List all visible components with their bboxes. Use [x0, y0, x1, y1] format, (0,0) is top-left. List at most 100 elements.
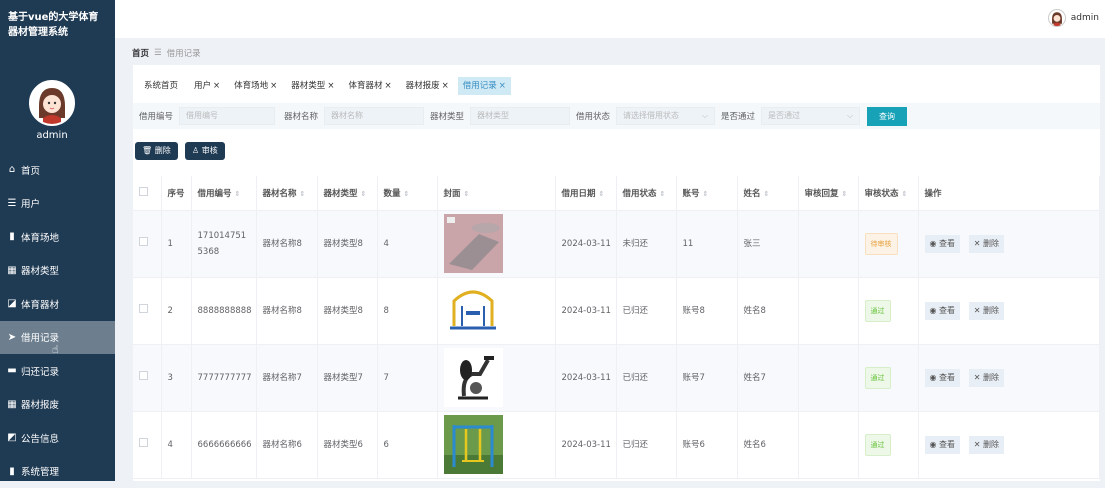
delete-row-button[interactable]: ✕ 删除 — [969, 235, 1004, 253]
sidebar-item-venues[interactable]: ▮体育场地 — [0, 220, 115, 254]
close-icon[interactable]: × — [213, 81, 220, 91]
col-code[interactable]: 借用编号⇕ — [191, 176, 256, 210]
row-checkbox[interactable] — [139, 438, 148, 447]
tab-equipment-types[interactable]: 器材类型× — [286, 77, 339, 95]
tab-venues[interactable]: 体育场地× — [229, 77, 282, 95]
col-cover[interactable]: 封面⇕ — [437, 176, 555, 210]
sort-icon[interactable]: ⇕ — [404, 190, 410, 198]
tab-users[interactable]: 用户× — [189, 77, 225, 95]
col-status[interactable]: 借用状态⇕ — [616, 176, 676, 210]
row-checkbox[interactable] — [139, 371, 148, 380]
col-name[interactable]: 器材名称⇕ — [256, 176, 317, 210]
sort-icon[interactable]: ⇕ — [764, 190, 770, 198]
chevron-down-icon: ⌵ — [702, 108, 708, 124]
cover-image-outdoor-equipment[interactable] — [444, 415, 503, 474]
sidebar-item-equipment[interactable]: ◪体育器材 — [0, 287, 115, 321]
hand-cursor-icon: ☝ — [52, 343, 59, 356]
sort-icon[interactable]: ⇕ — [660, 190, 666, 198]
sidebar-item-return-records[interactable]: ▬归还记录 — [0, 354, 115, 388]
sidebar-item-notices[interactable]: ◩公告信息 — [0, 421, 115, 455]
sort-icon[interactable]: ⇕ — [235, 190, 241, 198]
close-icon[interactable]: × — [442, 81, 449, 91]
sort-icon[interactable]: ⇕ — [361, 190, 367, 198]
home-icon: ⌂ — [6, 164, 18, 176]
close-icon[interactable]: × — [499, 81, 506, 91]
view-button[interactable]: ◉ 查看 — [925, 302, 961, 320]
delete-button[interactable]: 🗑 删除 — [135, 142, 178, 160]
tab-scrap[interactable]: 器材报废× — [401, 77, 454, 95]
col-type[interactable]: 器材类型⇕ — [317, 176, 377, 210]
approval-select[interactable]: 是否通过⌵ — [761, 107, 860, 125]
view-button[interactable]: ◉ 查看 — [925, 369, 961, 387]
tab-equipment[interactable]: 体育器材× — [343, 77, 396, 95]
sidebar-item-label: 器材类型 — [21, 263, 59, 277]
chart-icon: ◪ — [6, 298, 18, 310]
cell-qty: 7 — [377, 344, 437, 411]
sort-icon[interactable]: ⇕ — [842, 190, 848, 198]
tab-dashboard[interactable]: 系统首页 — [139, 77, 185, 95]
cell-reply — [798, 344, 858, 411]
col-date[interactable]: 借用日期⇕ — [555, 176, 616, 210]
delete-row-button[interactable]: ✕ 删除 — [969, 302, 1004, 320]
sort-icon[interactable]: ⇕ — [599, 190, 605, 198]
view-button[interactable]: ◉ 查看 — [925, 235, 961, 253]
sidebar-item-home[interactable]: ⌂首页 — [0, 153, 115, 187]
select-all-checkbox[interactable] — [139, 187, 148, 196]
cell-no: 3 — [161, 344, 191, 411]
view-button[interactable]: ◉ 查看 — [925, 436, 961, 454]
sidebar-item-system[interactable]: ▮系统管理 — [0, 455, 115, 488]
sidebar-item-scrap[interactable]: ▦器材报废 — [0, 388, 115, 422]
cell-person: 姓名6 — [737, 411, 798, 478]
eye-icon: ◉ — [930, 440, 940, 449]
user-icon: ♙ — [192, 146, 202, 155]
close-icon: ✕ — [974, 306, 983, 315]
close-icon: ✕ — [974, 440, 983, 449]
filter-label: 借用状态 — [576, 110, 610, 122]
cover-image-exercise-bike[interactable] — [444, 348, 503, 407]
close-icon[interactable]: × — [384, 81, 391, 91]
query-button[interactable]: 查询 — [867, 107, 907, 126]
borrow-status-select[interactable]: 请选择借用状态⌵ — [616, 107, 715, 125]
cover-image-yoga-mat[interactable] — [444, 214, 503, 273]
close-icon[interactable]: × — [270, 81, 277, 91]
equipment-type-filter: 器材类型 器材类型 — [430, 107, 570, 125]
cover-image-fitness-frame[interactable] — [444, 281, 503, 340]
select-all-header — [133, 176, 161, 210]
equipment-name-input[interactable]: 器材名称 — [324, 107, 424, 125]
tab-borrow-records[interactable]: 借用记录× — [458, 77, 511, 95]
sidebar-username: admin — [0, 130, 104, 141]
cell-type: 器材类型6 — [317, 411, 377, 478]
delete-row-button[interactable]: ✕ 删除 — [969, 369, 1004, 387]
sidebar-item-equipment-types[interactable]: ▦器材类型 — [0, 254, 115, 288]
breadcrumb-home[interactable]: 首页 — [132, 47, 149, 59]
sidebar-item-users[interactable]: ☰用户 — [0, 187, 115, 221]
col-person[interactable]: 姓名⇕ — [737, 176, 798, 210]
breadcrumb-separator-icon: ☰ — [154, 48, 162, 58]
cell-status: 未归还 — [616, 210, 676, 277]
cell-code: 8888888888 — [191, 277, 256, 344]
col-reply[interactable]: 审核回复⇕ — [798, 176, 858, 210]
cell-date: 2024-03-11 — [555, 411, 616, 478]
audit-button[interactable]: ♙ 审核 — [185, 142, 225, 160]
col-audit[interactable]: 审核状态⇕ — [858, 176, 918, 210]
row-checkbox[interactable] — [139, 304, 148, 313]
monitor-icon: ▬ — [6, 365, 18, 377]
col-qty[interactable]: 数量⇕ — [377, 176, 437, 210]
sort-icon[interactable]: ⇕ — [300, 190, 306, 198]
sort-icon[interactable]: ⇕ — [703, 190, 709, 198]
delete-row-button[interactable]: ✕ 删除 — [969, 436, 1004, 454]
status-badge: 待审核 — [865, 233, 898, 255]
equipment-type-input[interactable]: 器材类型 — [470, 107, 570, 125]
row-checkbox[interactable] — [139, 237, 148, 246]
col-account[interactable]: 账号⇕ — [676, 176, 737, 210]
user-menu[interactable]: admin — [1048, 9, 1099, 27]
sort-icon[interactable]: ⇕ — [464, 190, 470, 198]
close-icon[interactable]: × — [327, 81, 334, 91]
row-select — [133, 411, 161, 478]
send-icon: ➤ — [6, 331, 18, 343]
cell-reply — [798, 210, 858, 277]
cell-type: 器材类型8 — [317, 277, 377, 344]
eye-icon: ◉ — [930, 239, 940, 248]
sort-icon[interactable]: ⇕ — [902, 190, 908, 198]
borrow-code-input[interactable]: 借用编号 — [179, 107, 275, 125]
